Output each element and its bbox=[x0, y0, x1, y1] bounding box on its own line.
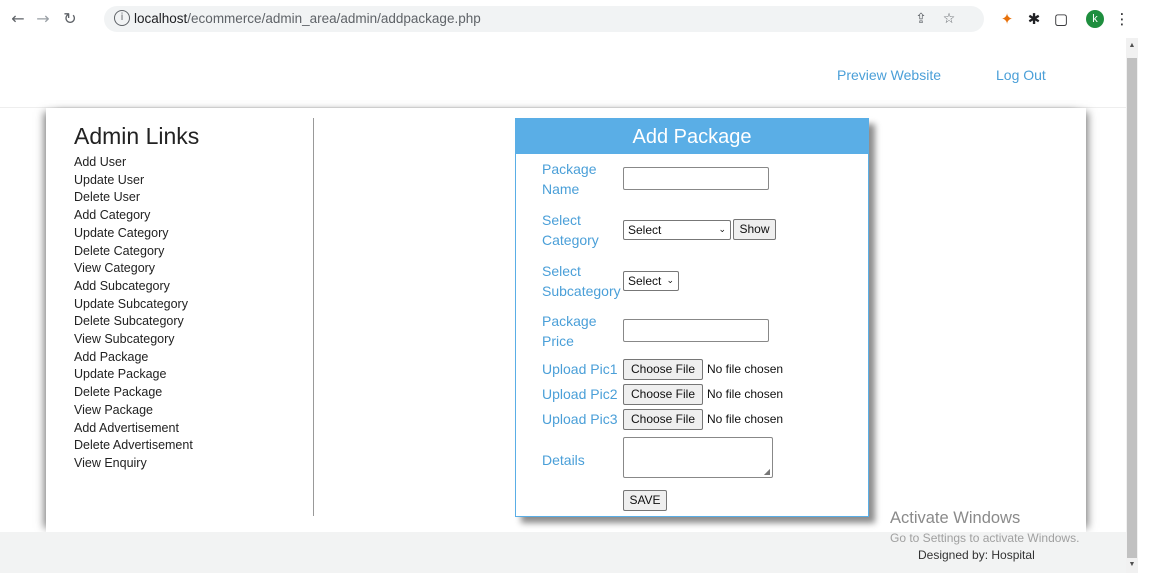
forward-icon[interactable]: → bbox=[33, 9, 53, 29]
details-label: Details bbox=[542, 452, 585, 468]
browser-toolbar: ← → ↻ i localhost/ecommerce/admin_area/a… bbox=[0, 0, 1151, 38]
sidebar-link-delete-package[interactable]: Delete Package bbox=[74, 384, 199, 402]
pic3-status: No file chosen bbox=[707, 412, 784, 426]
sidebar-link-view-package[interactable]: View Package bbox=[74, 402, 199, 420]
chevron-down-icon: ⌄ bbox=[666, 276, 674, 286]
sidebar-link-view-enquiry[interactable]: View Enquiry bbox=[74, 455, 199, 473]
sidebar-link-delete-category[interactable]: Delete Category bbox=[74, 243, 199, 261]
sidebar-link-add-category[interactable]: Add Category bbox=[74, 207, 199, 225]
sidebar-link-delete-advertisement[interactable]: Delete Advertisement bbox=[74, 437, 199, 455]
choose-file-pic3-button[interactable]: Choose File bbox=[623, 409, 703, 430]
share-icon[interactable]: ⇪ bbox=[912, 10, 930, 28]
preview-website-link[interactable]: Preview Website bbox=[837, 67, 941, 83]
designed-by-text: Designed by: Hospital bbox=[918, 548, 1035, 562]
info-icon[interactable]: i bbox=[114, 10, 130, 26]
pic1-status: No file chosen bbox=[707, 362, 784, 376]
upload-pic2-label: Upload Pic2 bbox=[542, 386, 618, 402]
menu-icon[interactable]: ⋮ bbox=[1112, 9, 1132, 29]
admin-sidebar: Admin Links Add User Update User Delete … bbox=[74, 121, 199, 473]
sidebar-link-update-subcategory[interactable]: Update Subcategory bbox=[74, 296, 199, 314]
activate-windows-subtitle: Go to Settings to activate Windows. bbox=[890, 531, 1080, 545]
pic2-status: No file chosen bbox=[707, 387, 784, 401]
scroll-thumb[interactable] bbox=[1127, 58, 1137, 558]
package-price-label: Package Price bbox=[542, 313, 597, 349]
address-bar[interactable]: i localhost/ecommerce/admin_area/admin/a… bbox=[104, 6, 984, 32]
subcategory-select[interactable]: Select ⌄ bbox=[623, 271, 679, 291]
category-label: Select Category bbox=[542, 212, 599, 248]
upload-pic3-label: Upload Pic3 bbox=[542, 411, 618, 427]
package-name-label: Package Name bbox=[542, 161, 597, 197]
package-name-input[interactable] bbox=[623, 167, 769, 190]
extension-icon[interactable]: ✦ bbox=[997, 9, 1017, 29]
subcategory-label: Select Subcategory bbox=[542, 263, 621, 299]
sidebar-link-update-category[interactable]: Update Category bbox=[74, 225, 199, 243]
show-button[interactable]: Show bbox=[733, 219, 776, 240]
vertical-divider bbox=[313, 118, 314, 516]
upload-pic1-label: Upload Pic1 bbox=[542, 361, 618, 377]
sidebar-link-delete-user[interactable]: Delete User bbox=[74, 189, 199, 207]
sidebar-link-update-package[interactable]: Update Package bbox=[74, 366, 199, 384]
sidebar-link-add-package[interactable]: Add Package bbox=[74, 349, 199, 367]
add-package-form: Add Package Package Name Select Category S… bbox=[515, 118, 869, 517]
category-select[interactable]: Select ⌄ bbox=[623, 220, 731, 240]
choose-file-pic2-button[interactable]: Choose File bbox=[623, 384, 703, 405]
save-button[interactable]: SAVE bbox=[623, 490, 667, 511]
sidebar-link-add-advertisement[interactable]: Add Advertisement bbox=[74, 420, 199, 438]
star-icon[interactable]: ☆ bbox=[940, 10, 958, 28]
sidepanel-icon[interactable]: ▢ bbox=[1051, 9, 1071, 29]
sidebar-link-update-user[interactable]: Update User bbox=[74, 172, 199, 190]
reload-icon[interactable]: ↻ bbox=[60, 9, 80, 29]
choose-file-pic1-button[interactable]: Choose File bbox=[623, 359, 703, 380]
package-price-input[interactable] bbox=[623, 319, 769, 342]
admin-links-title: Admin Links bbox=[74, 123, 200, 149]
puzzle-icon[interactable]: ✱ bbox=[1024, 9, 1044, 29]
logout-link[interactable]: Log Out bbox=[996, 67, 1046, 83]
details-textarea[interactable]: ◢ bbox=[623, 437, 773, 478]
form-title: Add Package bbox=[516, 119, 868, 154]
avatar[interactable]: k bbox=[1086, 10, 1104, 28]
back-icon[interactable]: ← bbox=[8, 9, 28, 29]
sidebar-link-view-subcategory[interactable]: View Subcategory bbox=[74, 331, 199, 349]
activate-windows-title: Activate Windows bbox=[890, 509, 1021, 527]
sidebar-link-add-user[interactable]: Add User bbox=[74, 154, 199, 172]
url-text: localhost/ecommerce/admin_area/admin/add… bbox=[134, 11, 481, 26]
page-scrollbar[interactable]: ▲ ▼ bbox=[1126, 38, 1138, 573]
scroll-down-icon[interactable]: ▼ bbox=[1126, 559, 1138, 571]
chevron-down-icon: ⌄ bbox=[718, 225, 726, 235]
site-header: Preview Website Log Out bbox=[0, 38, 1126, 108]
scroll-up-icon[interactable]: ▲ bbox=[1126, 40, 1138, 52]
sidebar-link-add-subcategory[interactable]: Add Subcategory bbox=[74, 278, 199, 296]
sidebar-link-view-category[interactable]: View Category bbox=[74, 260, 199, 278]
sidebar-link-delete-subcategory[interactable]: Delete Subcategory bbox=[74, 313, 199, 331]
resize-grip-icon[interactable]: ◢ bbox=[764, 467, 770, 476]
